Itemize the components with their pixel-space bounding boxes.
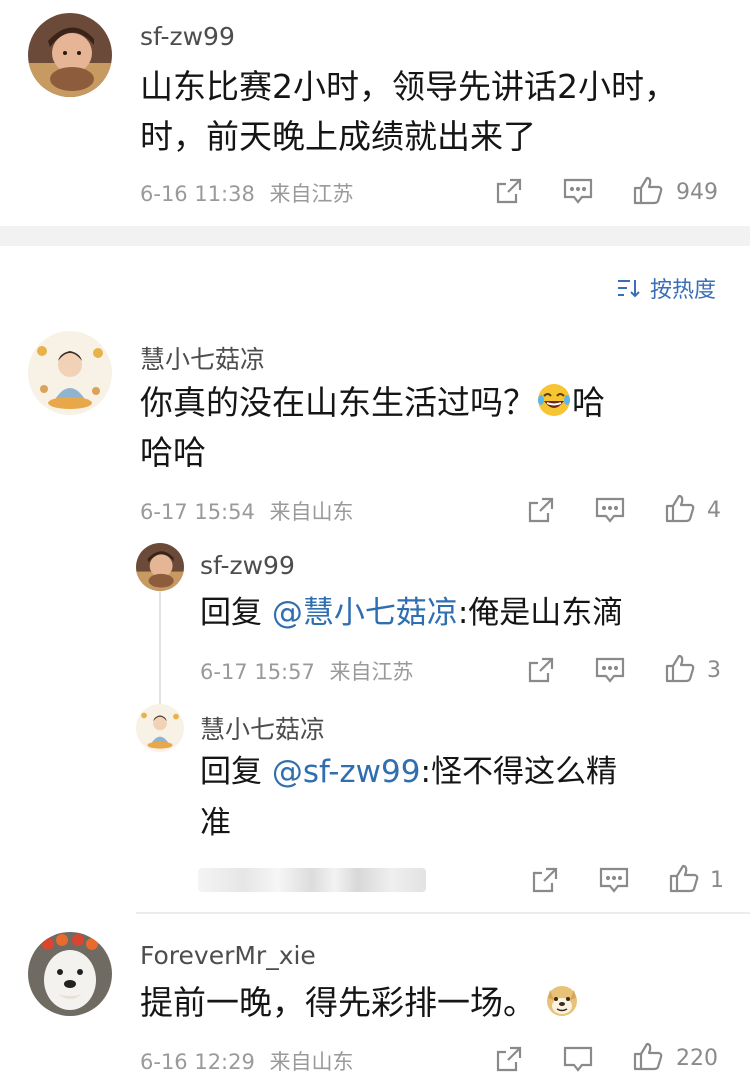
mention-link[interactable]: @慧小七菇凉 (272, 595, 458, 631)
reply-body: :怪不得这么精 (420, 754, 617, 790)
like-count: 220 (676, 1046, 718, 1071)
comment-icon[interactable] (562, 1044, 594, 1072)
avatar[interactable] (28, 13, 112, 97)
reply-text-line: 回复 @sf-zw99:怪不得这么精 (200, 747, 740, 798)
comment-separator (136, 912, 750, 914)
comment-text-segment: 哈 (572, 383, 605, 422)
avatar[interactable] (28, 331, 112, 415)
sort-icon (616, 277, 642, 299)
comment-text-line: 时，前天晚上成绩就出来了 (140, 117, 536, 156)
location: 来自山东 (269, 500, 354, 524)
avatar[interactable] (136, 543, 184, 591)
username[interactable]: sf-zw99 (200, 551, 295, 580)
timestamp: 6-16 12:29 (140, 1050, 255, 1072)
share-icon[interactable] (530, 865, 560, 895)
mention-link[interactable]: @sf-zw99 (272, 754, 421, 790)
timestamp: 6-16 11:38 (140, 182, 255, 206)
avatar[interactable] (136, 704, 184, 752)
comment-icon[interactable] (594, 495, 626, 525)
username[interactable]: ForeverMr_xie (140, 941, 316, 970)
location: 来自山东 (269, 1050, 354, 1072)
doge-emoji (544, 982, 580, 1018)
comment-text-line: 哈哈 (140, 433, 206, 472)
laughing-tears-emoji (536, 382, 572, 418)
comment-text-line: 山东比赛2小时，领导先讲话2小时， (140, 67, 677, 106)
share-icon[interactable] (526, 655, 556, 685)
reply-prefix: 回复 (200, 595, 272, 631)
comment-text-line: 你真的没在山东生活过吗？ 哈 (140, 378, 730, 428)
like-icon[interactable] (632, 174, 664, 206)
comment-meta: 6-16 12:29 来自山东 (140, 1046, 354, 1072)
sort-toggle[interactable]: 按热度 (616, 272, 716, 304)
comment-meta: 6-17 15:57 来自江苏 (200, 656, 414, 686)
comment-text: 山东比赛2小时，领导先讲话2小时， 时，前天晚上成绩就出来了 (140, 62, 730, 162)
username[interactable]: 慧小七菇凉 (200, 710, 325, 746)
timestamp: 6-17 15:57 (200, 660, 315, 684)
redacted-meta (198, 868, 426, 892)
like-icon[interactable] (668, 862, 700, 894)
comment-text: 你真的没在山东生活过吗？ 哈 哈哈 (140, 378, 730, 478)
reply-text: 回复 @慧小七菇凉:俺是山东滴 (200, 588, 740, 639)
like-icon[interactable] (664, 492, 696, 524)
like-count: 3 (707, 658, 721, 683)
like-icon[interactable] (632, 1040, 664, 1072)
reply-body: :俺是山东滴 (457, 595, 624, 631)
like-count: 1 (710, 868, 724, 893)
comment-meta: 6-16 11:38 来自江苏 (140, 178, 354, 208)
location: 来自江苏 (269, 182, 354, 206)
comment-meta: 6-17 15:54 来自山东 (140, 496, 354, 526)
comment-text: 提前一晚，得先彩排一场。 (140, 978, 730, 1028)
comment-text-segment: 你真的没在山东生活过吗？ (140, 383, 536, 422)
like-count: 949 (676, 180, 718, 205)
comment-icon[interactable] (594, 655, 626, 685)
username[interactable]: 慧小七菇凉 (140, 340, 265, 376)
reply-text: 回复 @sf-zw99:怪不得这么精 准 (200, 747, 740, 849)
share-icon[interactable] (526, 495, 556, 525)
section-divider (0, 226, 750, 246)
comment-text-segment: 提前一晚，得先彩排一场。 (140, 983, 536, 1022)
reply-prefix: 回复 (200, 754, 272, 790)
timestamp: 6-17 15:54 (140, 500, 255, 524)
sort-label: 按热度 (650, 278, 717, 303)
share-icon[interactable] (494, 176, 524, 206)
share-icon[interactable] (494, 1044, 524, 1072)
thread-line (159, 590, 161, 706)
like-count: 4 (707, 498, 721, 523)
avatar[interactable] (28, 932, 112, 1016)
location: 来自江苏 (329, 660, 414, 684)
comment-icon[interactable] (562, 176, 594, 206)
reply-text-line: 准 (200, 805, 231, 841)
username[interactable]: sf-zw99 (140, 22, 235, 51)
like-icon[interactable] (664, 652, 696, 684)
comment-icon[interactable] (598, 865, 630, 895)
